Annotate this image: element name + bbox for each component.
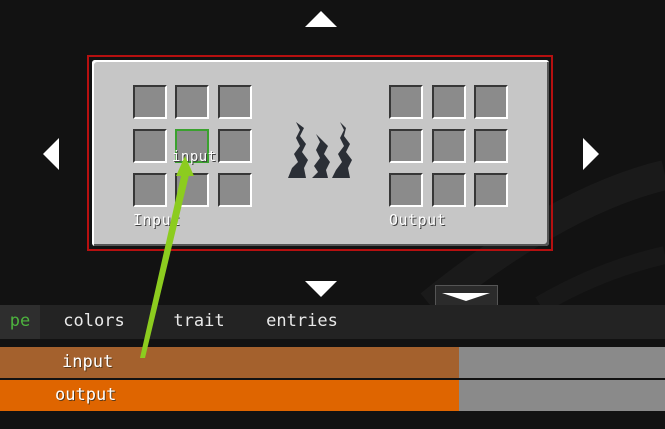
output-slot-9[interactable]: [474, 173, 508, 207]
flames-icon: [288, 122, 352, 178]
entry-input-remainder: [459, 347, 665, 378]
right-arrow-icon[interactable]: [583, 138, 599, 170]
input-slot-2[interactable]: [175, 85, 209, 119]
input-slot-4[interactable]: [133, 129, 167, 163]
output-slot-2[interactable]: [432, 85, 466, 119]
output-slot-5[interactable]: [432, 129, 466, 163]
tab-entries[interactable]: entries: [258, 305, 346, 339]
left-arrow-icon[interactable]: [43, 138, 59, 170]
input-slot-8[interactable]: [175, 173, 209, 207]
input-slot-1[interactable]: [133, 85, 167, 119]
tab-type[interactable]: pe: [0, 305, 40, 339]
up-arrow-icon[interactable]: [305, 11, 337, 27]
tab-trait[interactable]: trait: [168, 305, 230, 339]
scroll-down-button[interactable]: [435, 285, 498, 307]
output-slot-6[interactable]: [474, 129, 508, 163]
entry-output-remainder: [459, 380, 665, 411]
output-slot-3[interactable]: [474, 85, 508, 119]
input-slot-7[interactable]: [133, 173, 167, 207]
entry-output-label: output: [55, 385, 117, 405]
entry-input-label: input: [62, 352, 114, 372]
output-slot-1[interactable]: [389, 85, 423, 119]
chevron-down-icon: [442, 293, 490, 301]
output-grid-label: Output: [389, 211, 447, 229]
down-arrow-icon[interactable]: [305, 281, 337, 297]
entry-row-output[interactable]: output: [0, 380, 665, 411]
output-slot-7[interactable]: [389, 173, 423, 207]
hover-slot-label: input: [172, 149, 217, 165]
input-slot-9[interactable]: [218, 173, 252, 207]
input-slot-6[interactable]: [218, 129, 252, 163]
entry-row-input[interactable]: input: [0, 347, 665, 378]
output-slot-8[interactable]: [432, 173, 466, 207]
tab-bar: pe colors trait entries: [0, 305, 665, 339]
tab-colors[interactable]: colors: [48, 305, 140, 339]
output-slot-4[interactable]: [389, 129, 423, 163]
input-slot-3[interactable]: [218, 85, 252, 119]
input-grid-label: Input: [133, 211, 181, 229]
